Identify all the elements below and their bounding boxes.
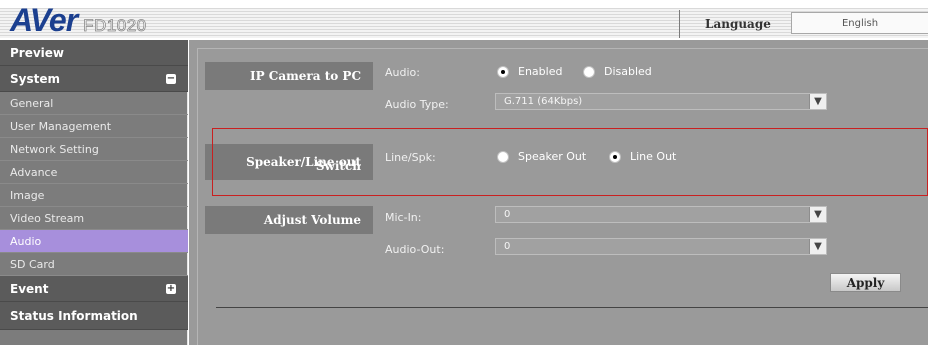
section-volume-title: Adjust Volume [205, 206, 373, 234]
sidebar-item-network-setting[interactable]: Network Setting [0, 138, 188, 161]
language-value: English [841, 17, 879, 29]
chevron-down-icon[interactable]: ▼ [809, 207, 826, 222]
mic-in-label: Mic-In: [385, 211, 422, 224]
sidebar-item-video-stream[interactable]: Video Stream [0, 207, 188, 230]
radio-checked-icon[interactable] [497, 65, 509, 78]
audio-out-value: 0 [504, 241, 511, 252]
sidebar-item-label: Status Information [10, 308, 138, 323]
language-label: Language [705, 17, 771, 31]
minus-icon[interactable]: − [166, 74, 176, 84]
audio-enabled-radio[interactable]: Enabled [497, 65, 562, 78]
sidebar-item-event[interactable]: Event + [0, 276, 188, 302]
sidebar-item-audio[interactable]: Audio [0, 230, 188, 253]
logo: AVer FD1020 [10, 2, 147, 38]
language-divider [679, 10, 680, 38]
sidebar-item-status-information[interactable]: Status Information [0, 302, 188, 330]
audio-type-select[interactable]: G.711 (64Kbps) ▼ [495, 93, 827, 110]
plus-icon[interactable]: + [166, 284, 176, 294]
radio-label: Enabled [518, 65, 563, 78]
sidebar-item-general[interactable]: General [0, 92, 188, 115]
logo-model: FD1020 [83, 16, 147, 36]
chevron-down-icon[interactable]: ▼ [809, 239, 826, 254]
radio-label: Disabled [604, 65, 652, 78]
sidebar-item-image[interactable]: Image [0, 184, 188, 207]
sidebar-item-user-management[interactable]: User Management [0, 115, 188, 138]
sidebar-item-preview[interactable]: Preview [0, 40, 188, 66]
sidebar-item-label: Preview [10, 45, 65, 60]
sidebar-item-label: System [10, 71, 60, 86]
audio-label: Audio: [385, 66, 420, 79]
mic-in-select[interactable]: 0 ▼ [495, 206, 827, 223]
section-ip-camera-title: IP Camera to PC [205, 62, 373, 90]
sidebar-item-advance[interactable]: Advance [0, 161, 188, 184]
sidebar-item-label: Event [10, 281, 49, 296]
language-select[interactable]: English [791, 12, 928, 34]
audio-out-label: Audio-Out: [385, 243, 445, 256]
chevron-down-icon[interactable]: ▼ [809, 94, 826, 109]
logo-brand: AVer [10, 2, 78, 38]
header: AVer FD1020 Language English [0, 0, 928, 40]
mic-in-value: 0 [504, 209, 511, 220]
apply-button[interactable]: Apply [830, 273, 901, 292]
radio-unchecked-icon[interactable] [583, 65, 595, 78]
language-area: Language English [683, 11, 928, 37]
sidebar-item-sd-card[interactable]: SD Card [0, 253, 188, 276]
audio-out-select[interactable]: 0 ▼ [495, 238, 827, 255]
sidebar-item-system[interactable]: System − [0, 66, 188, 92]
audio-disabled-radio[interactable]: Disabled [583, 65, 652, 78]
audio-type-value: G.711 (64Kbps) [504, 96, 583, 107]
audio-type-label: Audio Type: [385, 98, 449, 111]
divider [216, 307, 928, 308]
sidebar: Preview System − General User Management… [0, 40, 188, 345]
highlight-box [212, 128, 928, 196]
